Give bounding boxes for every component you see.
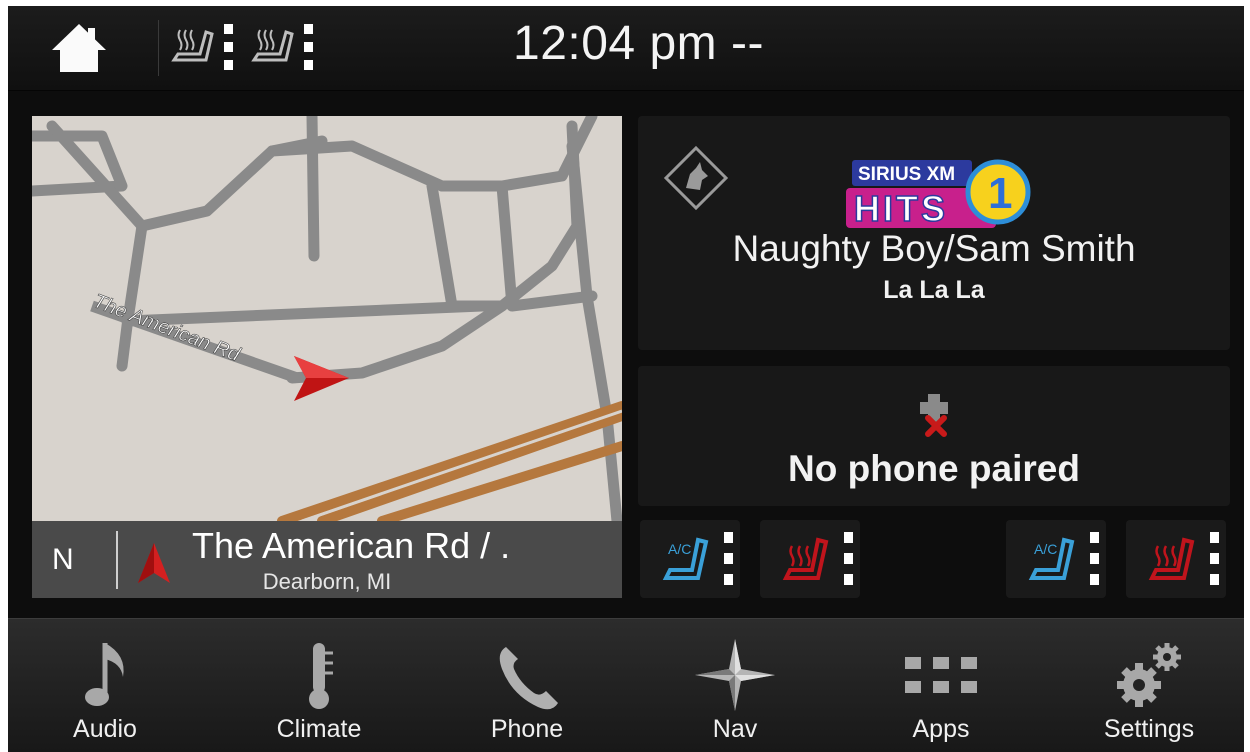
phone-tile[interactable]: No phone paired xyxy=(638,366,1230,506)
gears-icon xyxy=(1117,643,1181,707)
heated-seat-passenger-button[interactable] xyxy=(1126,520,1226,598)
map-view[interactable]: The American Rd xyxy=(32,116,622,521)
home-button[interactable] xyxy=(48,20,110,76)
nav-apps-label: Apps xyxy=(912,715,970,743)
nav-climate[interactable]: Climate xyxy=(244,619,394,752)
divider xyxy=(158,20,159,76)
phone-handset-icon xyxy=(499,647,558,710)
svg-text:1: 1 xyxy=(988,169,1012,218)
nav-nav[interactable]: Nav xyxy=(660,619,810,752)
cooled-seat-icon: A/C xyxy=(1028,532,1099,585)
svg-text:HITS: HITS xyxy=(854,188,948,229)
nav-climate-label: Climate xyxy=(276,715,362,743)
siriusxm-dog-icon xyxy=(663,145,729,211)
heated-seat-icon xyxy=(251,24,313,70)
audio-tile[interactable]: SIRIUS XM HITS 1 Naughty Boy/Sam Smith L… xyxy=(638,116,1230,350)
heated-seat-passenger-button[interactable] xyxy=(246,20,324,76)
station-logo: SIRIUS XM HITS 1 xyxy=(846,159,1031,230)
heated-seat-icon xyxy=(171,24,233,70)
track-title: La La La xyxy=(883,276,985,304)
current-city: Dearborn, MI xyxy=(262,569,392,594)
bluetooth-disconnected-icon xyxy=(920,394,948,437)
heated-seat-icon xyxy=(1148,532,1219,585)
cooled-seat-icon: A/C xyxy=(662,532,733,585)
status-bar: 12:04 pm -- xyxy=(8,6,1244,91)
heated-seat-driver-button[interactable] xyxy=(166,20,244,76)
cooled-seat-passenger-button[interactable]: A/C xyxy=(1006,520,1106,598)
compass-star-icon xyxy=(695,639,775,711)
phone-status: No phone paired xyxy=(788,448,1080,489)
nav-settings[interactable]: Settings xyxy=(1074,619,1224,752)
svg-text:A/C: A/C xyxy=(668,541,691,557)
current-street: The American Rd / . xyxy=(192,525,511,566)
svg-text:SIRIUS XM: SIRIUS XM xyxy=(858,164,955,185)
thermometer-icon xyxy=(309,643,333,709)
nav-nav-label: Nav xyxy=(712,715,758,743)
music-note-icon xyxy=(85,643,124,706)
infotainment-screen: 12:04 pm -- The American Rd N The Americ… xyxy=(8,6,1244,752)
svg-text:A/C: A/C xyxy=(1034,541,1057,557)
clock: 12:04 pm -- xyxy=(513,17,764,70)
home-icon xyxy=(52,24,106,72)
nav-settings-label: Settings xyxy=(1103,715,1195,743)
heated-seat-driver-button[interactable] xyxy=(760,520,860,598)
map-road-label: The American Rd xyxy=(90,290,243,366)
map-info-bar[interactable]: N The American Rd / . Dearborn, MI xyxy=(32,521,622,598)
track-artist: Naughty Boy/Sam Smith xyxy=(732,228,1136,269)
bottom-navigation: Audio Climate Phone Nav Apps Settings xyxy=(8,618,1244,752)
nav-phone-label: Phone xyxy=(490,715,564,743)
apps-grid-icon xyxy=(905,657,977,693)
nav-audio[interactable]: Audio xyxy=(30,619,180,752)
nav-apps[interactable]: Apps xyxy=(866,619,1016,752)
heated-seat-icon xyxy=(782,532,853,585)
nav-audio-label: Audio xyxy=(73,715,137,743)
cooled-seat-driver-button[interactable]: A/C xyxy=(640,520,740,598)
nav-phone[interactable]: Phone xyxy=(452,619,602,752)
map-roads: The American Rd xyxy=(32,116,622,521)
